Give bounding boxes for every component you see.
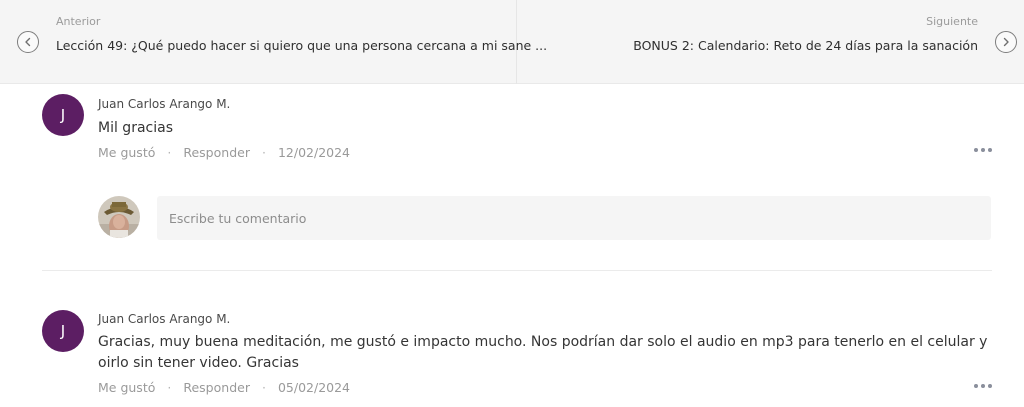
comment-author[interactable]: Juan Carlos Arango M. [98,312,230,326]
comment-text: Mil gracias [98,120,173,136]
previous-lesson-title[interactable]: Lección 49: ¿Qué puedo hacer si quiero q… [56,38,547,53]
next-kicker: Siguiente [926,15,978,28]
more-options-icon[interactable] [974,146,992,154]
comment-date: 12/02/2024 [277,145,350,160]
chevron-right-icon[interactable] [995,31,1017,53]
separator-dot: · [261,380,266,395]
comment-input[interactable] [157,196,991,240]
reply-button[interactable]: Responder [183,145,250,160]
current-user-avatar [98,196,140,238]
like-button[interactable]: Me gustó [98,145,155,160]
avatar[interactable]: J [42,94,84,136]
separator-dot: · [167,145,172,160]
more-options-icon[interactable] [974,382,992,390]
divider [42,270,992,271]
comment-text: Gracias, muy buena meditación, me gustó … [98,334,988,371]
comment-actions: Me gustó · Responder · 12/02/2024 [98,145,350,160]
separator-dot: · [167,380,172,395]
previous-kicker: Anterior [56,15,101,28]
avatar[interactable]: J [42,310,84,352]
reply-button[interactable]: Responder [183,380,250,395]
comment-actions: Me gustó · Responder · 05/02/2024 [98,380,350,395]
comment-date: 05/02/2024 [277,380,350,395]
post-navigation: Anterior Lección 49: ¿Qué puedo hacer si… [0,0,1024,84]
previous-lesson-link[interactable]: Anterior Lección 49: ¿Qué puedo hacer si… [0,0,547,84]
like-button[interactable]: Me gustó [98,380,155,395]
next-lesson-title[interactable]: BONUS 2: Calendario: Reto de 24 días par… [633,38,978,53]
separator-dot: · [261,145,266,160]
chevron-left-icon[interactable] [17,31,39,53]
comment-author[interactable]: Juan Carlos Arango M. [98,97,230,111]
next-lesson-link[interactable]: Siguiente BONUS 2: Calendario: Reto de 2… [517,0,1024,84]
